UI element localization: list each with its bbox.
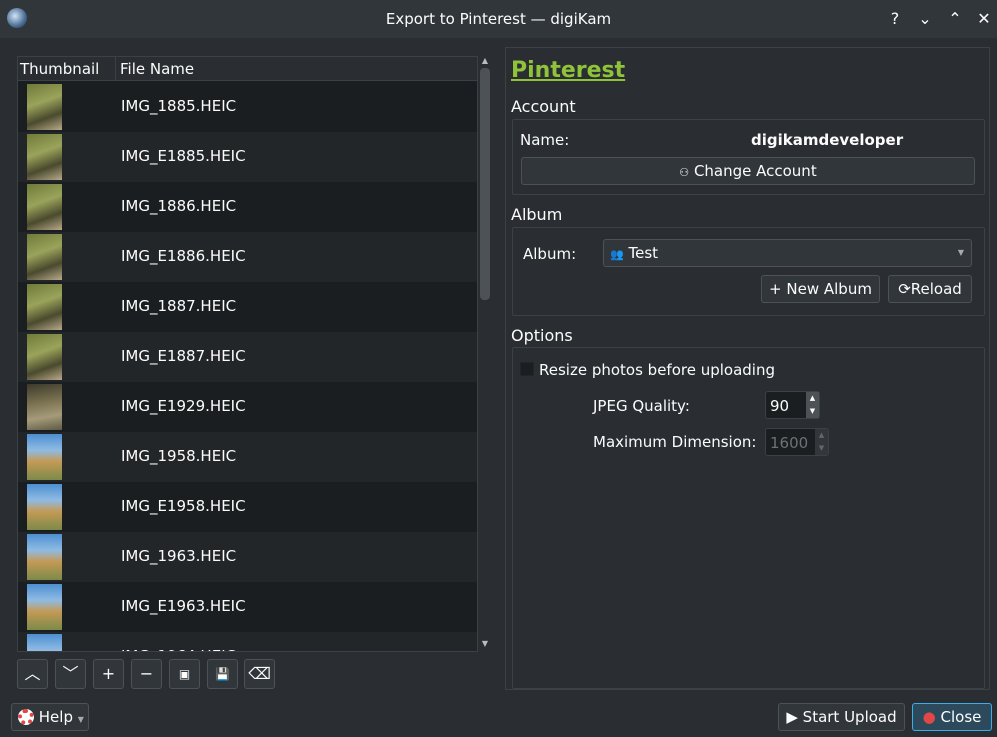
file-name: IMG_1964.HEIC [121,647,236,651]
change-account-button[interactable]: ⚇ Change Account [521,157,975,185]
table-row[interactable]: IMG_1958.HEIC [18,432,478,482]
image-thumbnail [27,434,62,480]
options-section-title: Options [511,326,573,345]
table-row[interactable]: IMG_1887.HEIC [18,282,478,332]
file-name: IMG_E1886.HEIC [121,247,246,265]
image-thumbnail [27,384,62,430]
clear-list-button[interactable]: ⌫ [244,659,275,689]
minimize-button[interactable]: ⌄ [914,8,936,30]
file-name: IMG_1885.HEIC [121,97,237,115]
image-thumbnail [27,634,62,651]
window-title: Export to Pinterest — digiKam [385,10,612,28]
list-scrollbar[interactable]: ▲ ▼ [477,56,491,652]
file-name: IMG_E1885.HEIC [121,147,246,165]
table-row[interactable]: IMG_1886.HEIC [18,182,478,232]
table-row[interactable]: IMG_E1887.HEIC [18,332,478,382]
start-upload-button[interactable]: ▶ Start Upload [778,703,905,731]
account-name-label: Name: [520,131,570,149]
reload-icon: ⟳ [898,280,911,298]
table-row[interactable]: IMG_1964.HEIC [18,632,478,651]
save-list-button[interactable]: 💾 [207,659,238,689]
new-album-button[interactable]: + New Album [761,275,880,303]
add-images-button[interactable]: + [93,659,124,689]
table-row[interactable]: IMG_E1885.HEIC [18,132,478,182]
load-list-button[interactable]: ▣ [169,659,200,689]
help-context-button[interactable]: ? [884,8,906,30]
table-row[interactable]: IMG_1963.HEIC [18,532,478,582]
maximize-button[interactable]: ⌃ [944,8,966,30]
remove-images-button[interactable]: − [131,659,162,689]
spin-arrows-icon: ▲ ▼ [815,429,828,455]
jpeg-quality-spinbox[interactable]: 90 ▲ ▼ [765,391,820,419]
play-icon: ▶ [786,708,798,726]
title-bar: Export to Pinterest — digiKam ? ⌄ ⌃ ✕ [0,0,997,38]
plus-icon: + [769,280,782,298]
pinterest-heading[interactable]: Pinterest [511,58,625,83]
list-header: Thumbnail File Name [18,57,478,81]
scrollbar-thumb[interactable] [480,68,490,300]
scroll-up-arrow[interactable]: ▲ [478,56,492,68]
album-section-title: Album [511,205,563,224]
close-circle-icon: ● [922,708,936,726]
image-thumbnail [27,334,62,380]
file-name: IMG_E1887.HEIC [121,347,246,365]
move-up-button[interactable]: ︿ [17,659,48,689]
image-thumbnail [27,484,62,530]
users-icon: 👥 [610,248,624,261]
image-thumbnail [27,134,62,180]
reload-button[interactable]: ⟳Reload [888,275,972,303]
image-thumbnail [27,184,62,230]
help-button[interactable]: Help ▼ [11,703,89,731]
image-thumbnail [27,284,62,330]
move-down-button[interactable]: ﹀ [55,659,86,689]
max-dimension-label: Maximum Dimension: [593,433,757,451]
image-thumbnail [27,584,62,630]
file-name: IMG_E1929.HEIC [121,397,246,415]
close-button[interactable]: ● Close [912,703,992,731]
table-row[interactable]: IMG_E1958.HEIC [18,482,478,532]
image-thumbnail [27,534,62,580]
resize-photos-checkbox[interactable] [520,362,534,376]
spin-arrows-icon[interactable]: ▲ ▼ [806,392,819,418]
max-dimension-spinbox[interactable]: 1600 ▲ ▼ [765,428,829,456]
album-select[interactable]: 👥 Test ▼ [603,239,972,267]
file-name: IMG_E1958.HEIC [121,497,246,515]
file-name: IMG_1963.HEIC [121,547,237,565]
column-file-name[interactable]: File Name [120,60,194,78]
file-name: IMG_1887.HEIC [121,297,237,315]
file-name: IMG_E1963.HEIC [121,597,246,615]
account-section-title: Account [511,97,576,116]
table-row[interactable]: IMG_E1929.HEIC [18,382,478,432]
resize-photos-label[interactable]: Resize photos before uploading [539,361,775,379]
account-name-value: digikamdeveloper [751,131,904,149]
image-thumbnail [27,234,62,280]
options-group [512,347,985,689]
user-switch-icon: ⚇ [679,166,690,179]
album-label: Album: [523,245,577,263]
file-name: IMG_1958.HEIC [121,447,237,465]
image-list[interactable]: Thumbnail File Name IMG_1885.HEIC IMG_E18… [17,56,491,652]
chevron-down-icon: ▼ [77,715,84,724]
scroll-down-arrow[interactable]: ▼ [478,639,492,651]
table-row[interactable]: IMG_1885.HEIC [18,82,478,132]
jpeg-quality-label: JPEG Quality: [593,397,690,415]
lifebuoy-icon [18,709,34,725]
column-thumbnail[interactable]: Thumbnail [20,60,99,78]
image-thumbnail [27,84,62,130]
table-row[interactable]: IMG_E1963.HEIC [18,582,478,632]
close-window-button[interactable]: ✕ [973,8,995,30]
table-row[interactable]: IMG_E1886.HEIC [18,232,478,282]
chevron-down-icon: ▼ [957,248,964,257]
file-name: IMG_1886.HEIC [121,197,237,215]
